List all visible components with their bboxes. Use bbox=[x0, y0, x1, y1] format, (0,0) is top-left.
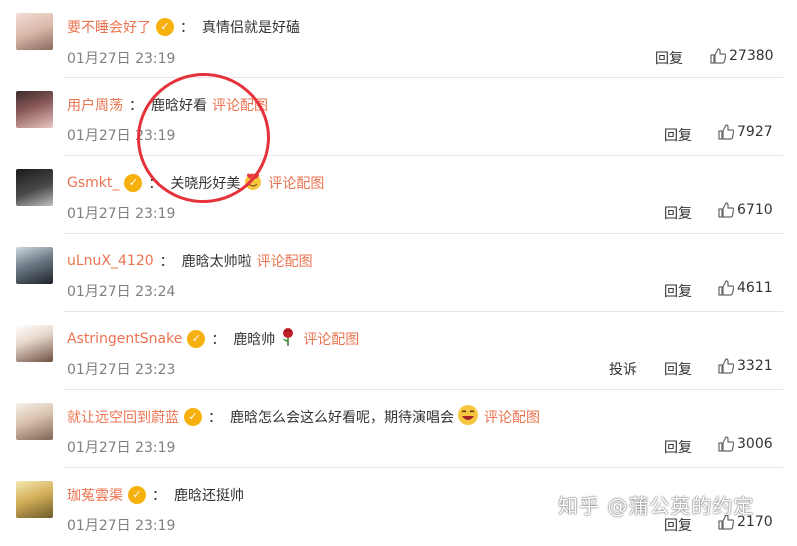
username-link[interactable]: uLnuX_4120 bbox=[67, 253, 154, 269]
colon-separator: ： bbox=[211, 332, 226, 348]
like-count: 3006 bbox=[737, 436, 773, 452]
username-link[interactable]: Gsmkt_ bbox=[67, 175, 119, 191]
username-link[interactable]: 就让远空回到蔚蓝 bbox=[67, 407, 179, 427]
like-count: 3321 bbox=[737, 358, 773, 374]
reply-button[interactable]: 回复 bbox=[664, 437, 692, 457]
colon-separator: ： bbox=[208, 410, 222, 426]
reply-button[interactable]: 回复 bbox=[664, 281, 692, 301]
rose-emoji-icon bbox=[278, 327, 298, 351]
like-button[interactable]: 7927 bbox=[718, 124, 773, 140]
colon-separator: ： bbox=[180, 20, 194, 36]
comment-item: uLnuX_4120 ： 鹿晗太帅啦 评论配图 01月27日 23:24 回复 … bbox=[0, 234, 797, 312]
like-count: 6710 bbox=[737, 202, 773, 218]
comment-item: 要不睡会好了 ✓ ： 真情侣就是好磕 01月27日 23:19 回复 27380 bbox=[0, 0, 797, 78]
comment-image-link[interactable]: 评论配图 bbox=[257, 251, 313, 271]
verified-badge-icon: ✓ bbox=[184, 408, 202, 426]
thumbs-up-icon bbox=[718, 124, 734, 140]
colon-separator: ： bbox=[152, 488, 166, 504]
avatar[interactable] bbox=[16, 403, 53, 440]
comment-text: 真情侣就是好磕 bbox=[202, 20, 300, 36]
reply-button[interactable]: 回复 bbox=[655, 48, 683, 68]
comment-image-link[interactable]: 评论配图 bbox=[268, 173, 324, 193]
like-count: 27380 bbox=[729, 48, 774, 64]
report-button[interactable]: 投诉 bbox=[609, 359, 637, 379]
comment-image-link[interactable]: 评论配图 bbox=[484, 407, 540, 427]
reply-button[interactable]: 回复 bbox=[664, 203, 692, 223]
comment-text: 鹿晗怎么会这么好看呢，期待演唱会 bbox=[230, 410, 454, 426]
comment-image-link[interactable]: 评论配图 bbox=[303, 329, 359, 349]
avatar[interactable] bbox=[16, 13, 53, 50]
like-button[interactable]: 6710 bbox=[718, 202, 773, 218]
comment-time: 01月27日 23:19 bbox=[67, 518, 176, 534]
avatar[interactable] bbox=[16, 169, 53, 206]
username-link[interactable]: 用户周荡 bbox=[67, 95, 123, 115]
thumbs-up-icon bbox=[718, 202, 734, 218]
comment-time: 01月27日 23:19 bbox=[67, 206, 176, 222]
comment-time: 01月27日 23:19 bbox=[67, 51, 176, 67]
comment-item: 用户周荡 ： 鹿晗好看 评论配图 01月27日 23:19 回复 7927 bbox=[0, 78, 797, 156]
comment-text: 鹿晗还挺帅 bbox=[174, 488, 244, 504]
comment-time: 01月27日 23:24 bbox=[67, 284, 176, 300]
like-button[interactable]: 27380 bbox=[710, 48, 774, 64]
verified-badge-icon: ✓ bbox=[187, 330, 206, 348]
verified-badge-icon: ✓ bbox=[128, 486, 146, 504]
comment-item: Gsmkt_ ✓ ： 关晓彤好美 评论配图 01月27日 23:19 回复 67… bbox=[0, 156, 797, 234]
comment-text: 鹿晗好看 bbox=[151, 98, 207, 114]
thumbs-up-icon bbox=[718, 436, 734, 452]
comment-text: 鹿晗太帅啦 bbox=[181, 254, 252, 270]
username-link[interactable]: 要不睡会好了 bbox=[67, 17, 151, 37]
comment-text: 关晓彤好美 bbox=[170, 176, 241, 192]
avatar[interactable] bbox=[16, 325, 53, 362]
thumbs-up-icon bbox=[718, 280, 734, 296]
comment-image-link[interactable]: 评论配图 bbox=[212, 95, 268, 115]
avatar[interactable] bbox=[16, 481, 53, 518]
avatar[interactable] bbox=[16, 247, 53, 284]
username-link[interactable]: 珈菟雲渠 bbox=[67, 485, 123, 505]
reply-button[interactable]: 回复 bbox=[664, 359, 692, 379]
like-count: 4611 bbox=[737, 280, 773, 296]
username-link[interactable]: AstringentSnake bbox=[67, 331, 182, 347]
colon-separator: ： bbox=[159, 254, 174, 270]
watermark-text: 知乎 @蒲公英的约定 bbox=[558, 494, 755, 518]
colon-separator: ： bbox=[148, 176, 163, 192]
verified-badge-icon: ✓ bbox=[124, 174, 143, 192]
comment-time: 01月27日 23:23 bbox=[67, 362, 176, 378]
like-button[interactable]: 3321 bbox=[718, 358, 773, 374]
thumbs-up-icon bbox=[710, 48, 726, 64]
comment-time: 01月27日 23:19 bbox=[67, 128, 176, 144]
like-count: 7927 bbox=[737, 124, 773, 140]
reply-button[interactable]: 回复 bbox=[664, 125, 692, 145]
like-button[interactable]: 4611 bbox=[718, 280, 773, 296]
comment-item: 就让远空回到蔚蓝 ✓ ： 鹿晗怎么会这么好看呢，期待演唱会 评论配图 01月27… bbox=[0, 390, 797, 468]
laughing-emoji-icon bbox=[457, 404, 479, 430]
thumbs-up-icon bbox=[718, 358, 734, 374]
avatar[interactable] bbox=[16, 91, 53, 128]
comment-text: 鹿晗帅 bbox=[233, 332, 276, 348]
verified-badge-icon: ✓ bbox=[156, 18, 174, 36]
like-button[interactable]: 3006 bbox=[718, 436, 773, 452]
comment-item: AstringentSnake ✓ ： 鹿晗帅 评论配图 01月27日 23:2… bbox=[0, 312, 797, 390]
comment-time: 01月27日 23:19 bbox=[67, 440, 176, 456]
heart-face-emoji-icon bbox=[243, 171, 263, 195]
colon-separator: ： bbox=[129, 98, 143, 114]
